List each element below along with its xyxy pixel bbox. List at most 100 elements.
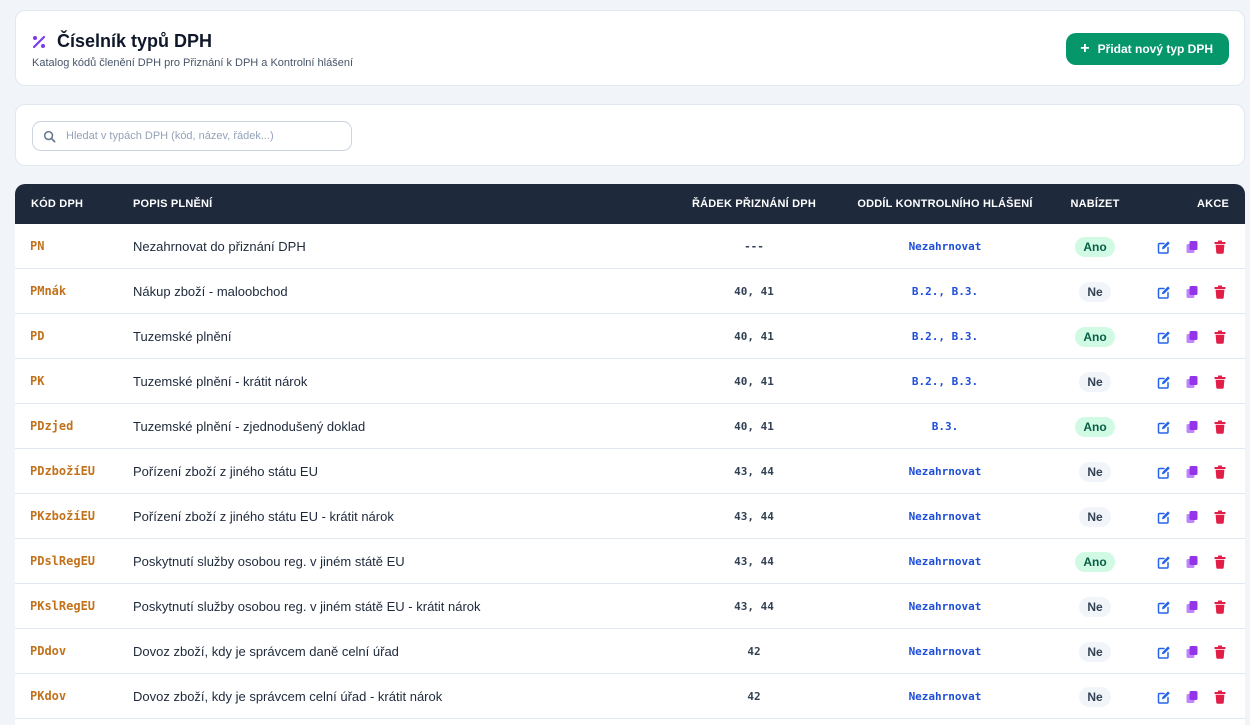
vat-description: Tuzemské plnění - krátit nárok bbox=[133, 374, 308, 389]
column-header-description[interactable]: Popis plnění bbox=[133, 184, 212, 224]
duplicate-button[interactable] bbox=[1183, 508, 1200, 525]
offer-badge: Ano bbox=[1075, 416, 1115, 437]
table-row: PMnák Nákup zboží - maloobchod 40, 41 B.… bbox=[15, 269, 1245, 314]
table-body: PN Nezahrnovat do přiznání DPH --- Nezah… bbox=[15, 224, 1245, 719]
delete-button[interactable] bbox=[1211, 418, 1228, 435]
delete-button[interactable] bbox=[1211, 643, 1228, 660]
vat-return-line: 42 bbox=[747, 645, 761, 658]
control-report-section: B.3. bbox=[931, 420, 959, 433]
vat-description: Dovoz zboží, kdy je správcem daně celní … bbox=[133, 644, 399, 659]
title-row: Číselník typů DPH bbox=[31, 31, 212, 52]
duplicate-button[interactable] bbox=[1183, 238, 1200, 255]
duplicate-icon bbox=[1186, 645, 1197, 658]
edit-icon bbox=[1157, 690, 1170, 704]
table-row: PKzbožíEU Pořízení zboží z jiného státu … bbox=[15, 494, 1245, 539]
plus-icon: + bbox=[1080, 40, 1090, 57]
duplicate-button[interactable] bbox=[1183, 643, 1200, 660]
page-title: Číselník typů DPH bbox=[57, 31, 213, 51]
column-header-actions: Akce bbox=[1197, 198, 1229, 210]
delete-button[interactable] bbox=[1211, 373, 1228, 390]
edit-icon bbox=[1157, 330, 1170, 344]
duplicate-button[interactable] bbox=[1183, 688, 1200, 705]
delete-button[interactable] bbox=[1211, 283, 1228, 300]
table-row: PDzjed Tuzemské plnění - zjednodušený do… bbox=[15, 404, 1245, 449]
vat-return-line: 43, 44 bbox=[734, 510, 774, 523]
edit-button[interactable] bbox=[1155, 553, 1172, 570]
edit-button[interactable] bbox=[1155, 463, 1172, 480]
search-input[interactable] bbox=[66, 130, 326, 142]
offer-badge: Ne bbox=[1079, 506, 1111, 527]
vat-code: PDdov bbox=[30, 644, 67, 658]
vat-code: PMnák bbox=[30, 284, 67, 298]
vat-description: Pořízení zboží z jiného státu EU bbox=[133, 464, 318, 479]
column-header-line[interactable]: Řádek přiznání DPH bbox=[675, 184, 833, 224]
add-vat-type-button[interactable]: + Přidat nový typ DPH bbox=[1066, 33, 1229, 65]
edit-button[interactable] bbox=[1155, 508, 1172, 525]
edit-icon bbox=[1157, 420, 1170, 434]
table-row: PKslRegEU Poskytnutí služby osobou reg. … bbox=[15, 584, 1245, 629]
offer-cell: Ne bbox=[1065, 449, 1125, 494]
row-actions bbox=[1155, 494, 1235, 539]
offer-cell: Ne bbox=[1065, 629, 1125, 674]
column-header-kh[interactable]: Oddíl kontrolního hlášení bbox=[845, 184, 1045, 224]
column-header-code[interactable]: Kód DPH bbox=[31, 184, 83, 224]
offer-cell: Ne bbox=[1065, 584, 1125, 629]
offer-cell: Ano bbox=[1065, 404, 1125, 449]
vat-return-line: 40, 41 bbox=[734, 375, 774, 388]
control-report-section: Nezahrnovat bbox=[908, 510, 982, 523]
delete-button[interactable] bbox=[1211, 508, 1228, 525]
offer-badge: Ano bbox=[1075, 326, 1115, 347]
edit-button[interactable] bbox=[1155, 598, 1172, 615]
search-panel bbox=[15, 104, 1245, 166]
delete-icon bbox=[1214, 600, 1225, 614]
vat-return-line: 42 bbox=[747, 690, 761, 703]
duplicate-button[interactable] bbox=[1183, 283, 1200, 300]
row-actions bbox=[1155, 629, 1235, 674]
offer-badge: Ne bbox=[1079, 596, 1111, 617]
delete-button[interactable] bbox=[1211, 238, 1228, 255]
delete-icon bbox=[1214, 555, 1225, 569]
offer-badge: Ne bbox=[1079, 371, 1111, 392]
page-subtitle: Katalog kódů členění DPH pro Přiznání k … bbox=[32, 57, 354, 69]
delete-button[interactable] bbox=[1211, 598, 1228, 615]
search-box[interactable] bbox=[32, 121, 352, 151]
duplicate-button[interactable] bbox=[1183, 328, 1200, 345]
delete-button[interactable] bbox=[1211, 688, 1228, 705]
row-actions bbox=[1155, 584, 1235, 629]
vat-code: PKdov bbox=[30, 689, 67, 703]
edit-button[interactable] bbox=[1155, 373, 1172, 390]
delete-button[interactable] bbox=[1211, 553, 1228, 570]
control-report-section: B.2., B.3. bbox=[911, 330, 979, 343]
edit-button[interactable] bbox=[1155, 688, 1172, 705]
vat-return-line: 40, 41 bbox=[734, 330, 774, 343]
delete-button[interactable] bbox=[1211, 463, 1228, 480]
duplicate-icon bbox=[1186, 600, 1197, 613]
column-header-offer[interactable]: Nabízet bbox=[1065, 184, 1125, 224]
duplicate-button[interactable] bbox=[1183, 553, 1200, 570]
edit-button[interactable] bbox=[1155, 283, 1172, 300]
add-button-label: Přidat nový typ DPH bbox=[1097, 42, 1213, 56]
duplicate-icon bbox=[1186, 285, 1197, 298]
duplicate-button[interactable] bbox=[1183, 463, 1200, 480]
duplicate-icon bbox=[1186, 420, 1197, 433]
duplicate-button[interactable] bbox=[1183, 418, 1200, 435]
table-row: PDslRegEU Poskytnutí služby osobou reg. … bbox=[15, 539, 1245, 584]
edit-button[interactable] bbox=[1155, 328, 1172, 345]
vat-return-line: 43, 44 bbox=[734, 555, 774, 568]
delete-button[interactable] bbox=[1211, 328, 1228, 345]
vat-code: PKzbožíEU bbox=[30, 509, 96, 523]
vat-code: PDzbožíEU bbox=[30, 464, 96, 478]
duplicate-button[interactable] bbox=[1183, 373, 1200, 390]
edit-button[interactable] bbox=[1155, 643, 1172, 660]
edit-button[interactable] bbox=[1155, 238, 1172, 255]
page-header: Číselník typů DPH Katalog kódů členění D… bbox=[15, 10, 1245, 86]
edit-button[interactable] bbox=[1155, 418, 1172, 435]
row-actions bbox=[1155, 269, 1235, 314]
offer-cell: Ne bbox=[1065, 269, 1125, 314]
search-icon bbox=[43, 130, 56, 142]
vat-code: PK bbox=[30, 374, 45, 388]
vat-description: Nezahrnovat do přiznání DPH bbox=[133, 239, 306, 254]
row-actions bbox=[1155, 224, 1235, 269]
duplicate-button[interactable] bbox=[1183, 598, 1200, 615]
delete-icon bbox=[1214, 375, 1225, 389]
